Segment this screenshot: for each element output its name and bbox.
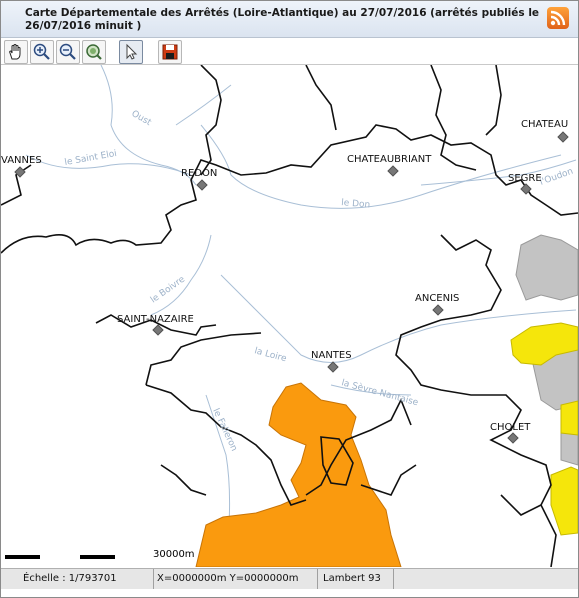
river-label-falleron: le Falleron [210, 407, 239, 453]
city-label-vannes: VANNES [1, 155, 42, 166]
save-disk-icon[interactable] [158, 40, 182, 64]
city-label-cholet: CHOLET [490, 422, 531, 433]
zoom-out-icon[interactable] [56, 40, 80, 64]
river-label-sevre-nantaise: la Sèvre Nantaise [340, 377, 420, 408]
rss-feed-icon[interactable] [547, 7, 569, 29]
select-arrow-icon[interactable] [119, 40, 143, 64]
title-bar: Carte Départementale des Arrêtés (Loire-… [1, 1, 578, 38]
river-label-loire: la Loire [253, 346, 288, 364]
city-label-chateaubriant: CHATEAUBRIANT [347, 154, 432, 165]
status-bar: Échelle : 1/793701 X=0000000m Y=0000000m… [1, 568, 578, 589]
city-label-chateau: CHATEAU [521, 119, 569, 130]
city-label-ancenis: ANCENIS [415, 293, 460, 304]
river-label-oust: Oust [130, 109, 154, 128]
pan-hand-icon[interactable] [4, 40, 28, 64]
map-title: Carte Départementale des Arrêtés (Loire-… [25, 7, 540, 32]
zoom-extent-icon[interactable] [82, 40, 106, 64]
zoom-in-icon[interactable] [30, 40, 54, 64]
coordinates-readout: X=0000000m Y=0000000m [151, 569, 318, 589]
river-label-boivre: le Boivre [149, 274, 187, 305]
scale-bar-label: 30000m [153, 549, 195, 560]
map-canvas[interactable]: le Saint Eloi le Don le Boivre la Loire … [1, 65, 578, 567]
scale-readout: Échelle : 1/793701 [17, 569, 154, 589]
map-toolbar [1, 38, 578, 65]
city-label-redon: REDON [181, 168, 218, 179]
city-label-segre: SEGRE [508, 173, 542, 184]
scale-bar [5, 555, 115, 559]
city-label-saint-nazaire: SAINT-NAZAIRE [117, 314, 194, 325]
map-window: Carte Départementale des Arrêtés (Loire-… [0, 0, 579, 598]
city-label-nantes: NANTES [311, 350, 352, 361]
projection-readout: Lambert 93 [317, 569, 394, 589]
